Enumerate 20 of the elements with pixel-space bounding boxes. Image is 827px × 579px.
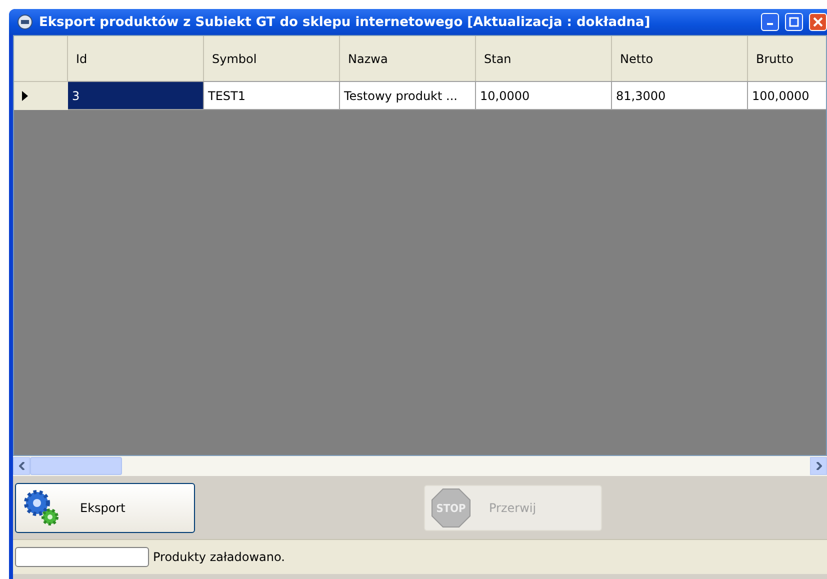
status-message: Produkty załadowano. [153, 550, 285, 564]
close-icon [813, 17, 823, 27]
scroll-left-icon [18, 462, 24, 470]
scrollbar-thumb[interactable] [30, 457, 122, 475]
maximize-button[interactable] [785, 13, 803, 31]
close-button[interactable] [809, 13, 827, 31]
table-cell[interactable]: 3 [68, 81, 204, 110]
horizontal-scrollbar[interactable] [13, 456, 827, 476]
window-title: Eksport produktów z Subiekt GT do sklepu internetowego [Aktualizacja : dokładna] [39, 14, 652, 30]
scroll-right-icon [816, 462, 822, 470]
table-cell[interactable]: TEST1 [204, 81, 340, 110]
maximize-icon [789, 17, 799, 27]
table-cell[interactable]: 10,0000 [476, 81, 612, 110]
table-cell[interactable]: 100,0000 [748, 81, 826, 110]
table-cell[interactable]: Testowy produkt ... [340, 81, 476, 110]
minimize-button[interactable] [761, 13, 779, 31]
current-row-icon [22, 91, 28, 101]
table-cell[interactable]: 81,3000 [612, 81, 748, 110]
app-icon [17, 14, 33, 30]
export-button[interactable]: Eksport [15, 482, 195, 532]
